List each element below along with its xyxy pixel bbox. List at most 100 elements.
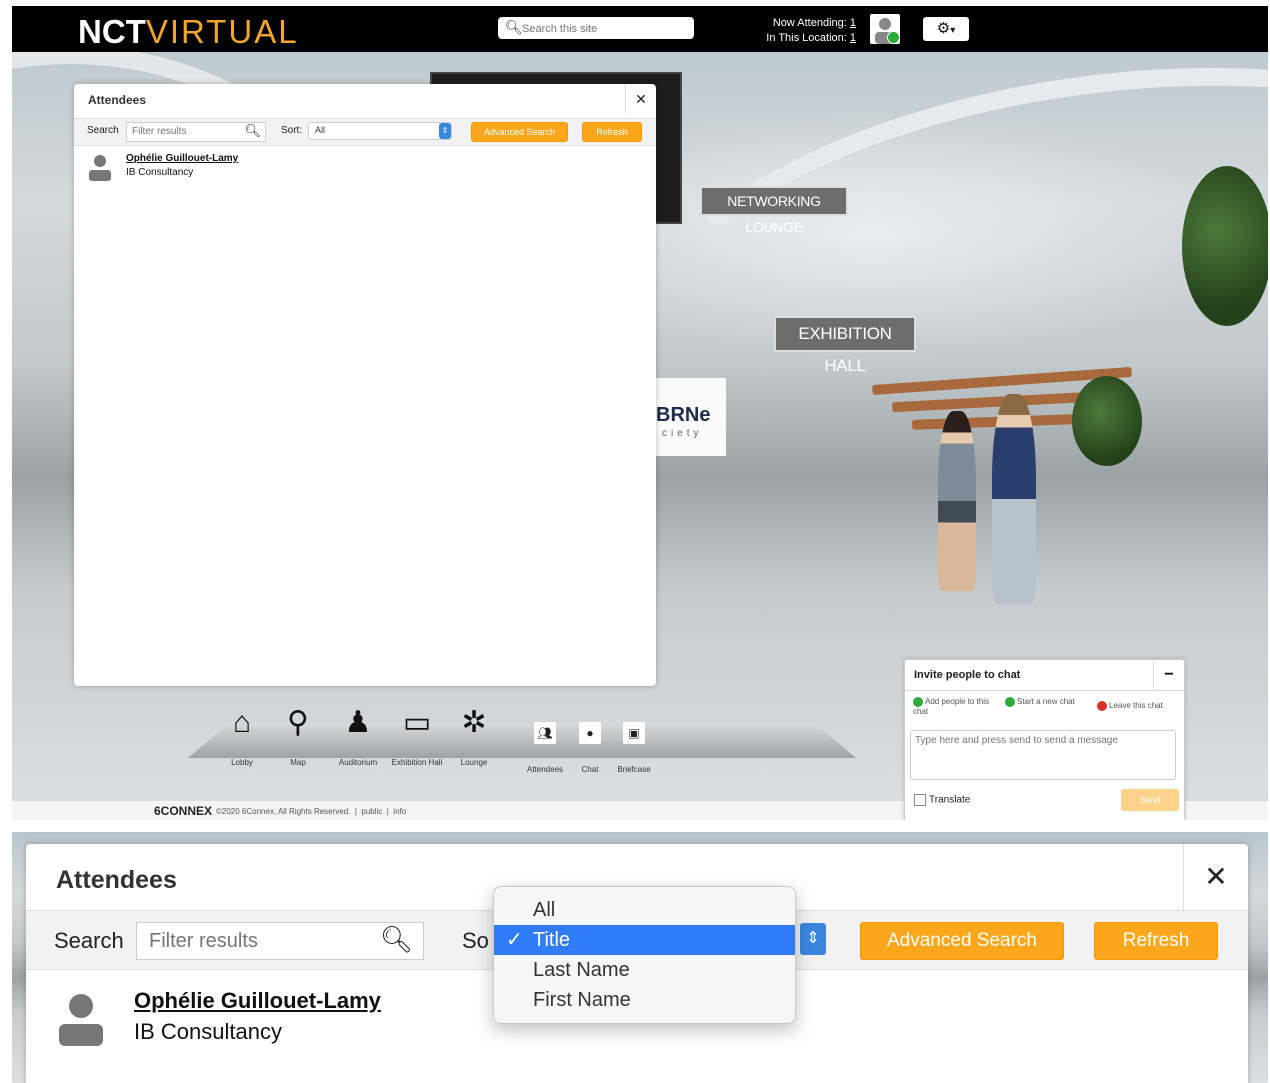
close-icon[interactable]: ✕ — [1183, 844, 1248, 910]
add-people-button[interactable]: Add people to this chat — [913, 697, 995, 716]
in-location-label: In This Location: — [766, 32, 847, 44]
dock-label: Auditorium — [338, 758, 378, 767]
top-header-bar: NCTVIRTUAL 🔍︎ Now Attending: 1 In This L… — [12, 6, 1268, 52]
filter-results-input[interactable] — [130, 125, 244, 138]
attendee-avatar-icon — [59, 994, 103, 1046]
dock-label: Lounge — [460, 758, 488, 767]
filter-results-input[interactable] — [147, 929, 381, 954]
online-status-icon — [887, 31, 900, 44]
attendees-toolbar: Search 🔍︎ Sort: All ⇕ Advanced Search Re… — [74, 118, 656, 146]
add-people-label: Add people to this chat — [913, 697, 990, 716]
booth-panel[interactable]: BRNe ciety — [656, 378, 726, 456]
attendance-counter: Now Attending: 1 In This Location: 1 — [766, 16, 856, 46]
chat-header: Invite people to chat − — [905, 660, 1184, 691]
info-link[interactable]: info — [393, 807, 406, 816]
nct-virtual-logo[interactable]: NCTVIRTUAL — [78, 13, 299, 51]
gear-icon: ⚙ — [936, 20, 951, 37]
select-arrows-icon: ⇕ — [439, 123, 451, 139]
attendees-icon: 👥︎ — [534, 722, 556, 744]
sort-select[interactable]: All ⇕ — [308, 122, 452, 140]
filter-box[interactable]: 🔍︎ — [136, 922, 424, 960]
sort-selected-value: All — [315, 125, 326, 135]
dock-exhibition-hall[interactable]: ▭ Exhibition Hall — [384, 706, 450, 767]
now-attending-label: Now Attending: — [772, 17, 847, 29]
advanced-search-button[interactable]: Advanced Search — [860, 922, 1064, 960]
footer-copyright: ©2020 6Connex, All Rights Reserved. | pu… — [216, 807, 406, 816]
separator: | — [386, 807, 389, 816]
send-button[interactable]: Send — [1121, 789, 1179, 811]
chat-widget: Invite people to chat − Add people to th… — [904, 659, 1185, 820]
start-new-label: Start a new chat — [1017, 697, 1075, 707]
search-label: Search — [54, 928, 124, 953]
sort-label-partial: So — [462, 928, 489, 953]
chat-title: Invite people to chat — [914, 669, 1021, 681]
filter-box[interactable]: 🔍︎ — [126, 122, 266, 142]
sort-label: Sort: — [281, 125, 303, 136]
booth-logo-text: BRNe — [656, 404, 711, 426]
logo-nct-text: NCT — [78, 13, 146, 50]
networking-lounge-sign[interactable]: NETWORKING LOUNGE — [700, 186, 848, 235]
audience-icon: ♟ — [344, 706, 372, 739]
dock-lounge[interactable]: ✲ Lounge — [454, 706, 494, 767]
sort-option-first-name[interactable]: First Name — [494, 985, 795, 1015]
attendee-company: IB Consultancy — [134, 1019, 282, 1044]
site-search-box[interactable]: 🔍︎ — [498, 17, 694, 39]
now-attending-count[interactable]: 1 — [850, 17, 856, 29]
settings-menu-button[interactable]: ⚙▾ — [923, 17, 969, 41]
in-location-count[interactable]: 1 — [850, 32, 856, 44]
chat-bubble-icon: ● — [579, 722, 601, 744]
sort-option-last-name[interactable]: Last Name — [494, 955, 795, 985]
search-icon[interactable]: 🔍︎ — [380, 924, 413, 955]
leave-chat-icon — [1097, 701, 1107, 711]
dock-map[interactable]: ⚲ Map — [278, 706, 318, 767]
home-icon: ⌂ — [232, 706, 252, 739]
panel-title: Attendees — [88, 93, 147, 107]
translate-label: Translate — [929, 794, 971, 806]
translate-checkbox[interactable] — [914, 794, 926, 806]
dock-lobby[interactable]: ⌂ Lobby — [222, 706, 262, 767]
leave-chat-button[interactable]: Leave this chat — [1097, 701, 1183, 711]
minimize-icon[interactable]: − — [1153, 660, 1184, 690]
leave-label: Leave this chat — [1109, 701, 1163, 711]
tree — [1182, 166, 1268, 326]
translate-toggle[interactable]: Translate — [914, 794, 970, 806]
close-icon[interactable]: ✕ — [625, 84, 656, 114]
option-label: All — [533, 899, 556, 921]
dock-label: Map — [290, 758, 306, 767]
chat-message-input[interactable] — [910, 730, 1176, 780]
dock-auditorium[interactable]: ♟ Auditorium — [330, 706, 386, 767]
person-figure-woman — [938, 411, 976, 591]
main-screenshot: NETWORKING LOUNGE EXHIBITION HALL BRNe c… — [12, 6, 1268, 820]
tree — [1072, 376, 1142, 466]
sort-option-all[interactable]: All — [494, 895, 795, 925]
chat-actions: Add people to this chat Start a new chat… — [905, 691, 1184, 721]
attendee-name-link[interactable]: Ophélie Guillouet-Lamy — [134, 988, 381, 1014]
exhibition-hall-sign[interactable]: EXHIBITION HALL — [774, 316, 916, 375]
sort-option-title[interactable]: ✓ Title — [494, 925, 795, 955]
site-search-input[interactable] — [520, 19, 692, 38]
option-label: Title — [533, 929, 571, 951]
briefcase-icon: ▣ — [623, 722, 645, 744]
refresh-button[interactable]: Refresh — [582, 122, 642, 142]
checkmark-icon: ✓ — [506, 929, 523, 951]
user-avatar-button[interactable] — [870, 14, 900, 44]
public-link[interactable]: public — [361, 807, 382, 816]
map-pin-icon: ⚲ — [287, 706, 309, 739]
zoomed-screenshot: Attendees ✕ Search 🔍︎ So ⇕ Advanced Sear… — [12, 832, 1268, 1083]
sort-options-dropdown: All ✓ Title Last Name First Name — [493, 886, 796, 1024]
copyright-text: ©2020 6Connex, All Rights Reserved. — [216, 807, 351, 816]
dock-label: Briefcase — [617, 765, 651, 774]
advanced-search-button[interactable]: Advanced Search — [471, 122, 568, 142]
person-figure-man — [992, 394, 1036, 604]
booth-logo-subtext: ciety — [662, 428, 703, 439]
new-chat-icon — [1005, 697, 1015, 707]
start-new-chat-button[interactable]: Start a new chat — [1005, 697, 1083, 707]
dock-briefcase[interactable]: ▣ Briefcase — [612, 722, 656, 774]
refresh-button[interactable]: Refresh — [1094, 922, 1218, 960]
dock-attendees[interactable]: 👥︎ Attendees — [520, 722, 570, 774]
option-label: Last Name — [533, 959, 630, 981]
search-icon[interactable]: 🔍︎ — [244, 123, 261, 139]
dock-chat[interactable]: ● Chat — [574, 722, 606, 774]
dock-label: Exhibition Hall — [391, 758, 443, 767]
attendee-name-link[interactable]: Ophélie Guillouet-Lamy — [126, 153, 238, 164]
